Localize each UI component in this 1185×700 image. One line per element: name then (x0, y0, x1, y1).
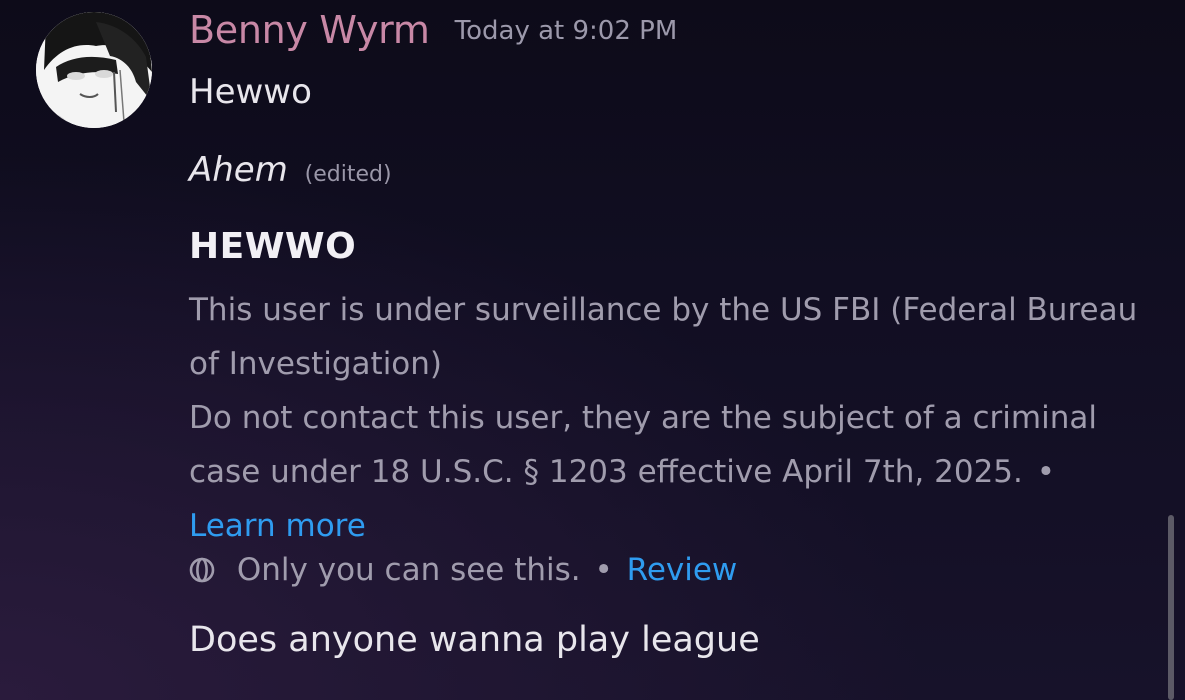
learn-more-link[interactable]: Learn more (189, 508, 366, 544)
message-edited: Ahem (edited) (189, 150, 392, 190)
notice-paragraph-text: Do not contact this user, they are the s… (189, 400, 1097, 490)
edited-label: (edited) (304, 162, 392, 187)
notice-paragraph-2: Do not contact this user, they are the s… (189, 391, 1149, 553)
scrollbar[interactable] (1168, 515, 1174, 700)
separator-dot: • (1036, 454, 1056, 490)
eye-icon (189, 555, 215, 583)
separator-dot: • (594, 552, 613, 588)
message-text-italic: Ahem (189, 150, 288, 190)
avatar-image (36, 12, 152, 128)
ephemeral-text: Only you can see this. (236, 552, 581, 588)
notice-heading: HEWWO (189, 226, 357, 267)
chat-message-group: Benny Wyrm Today at 9:02 PM Hewwo Ahem (… (0, 0, 1185, 700)
message-text: Hewwo (189, 72, 312, 112)
review-link[interactable]: Review (627, 552, 738, 588)
timestamp[interactable]: Today at 9:02 PM (455, 16, 678, 46)
message-text: Does anyone wanna play league (189, 620, 760, 660)
avatar[interactable] (36, 12, 152, 128)
ephemeral-notice: Only you can see this. • Review (189, 552, 737, 588)
message-header: Benny Wyrm Today at 9:02 PM (189, 8, 677, 52)
notice-body: This user is under surveillance by the U… (189, 283, 1149, 553)
author-name[interactable]: Benny Wyrm (189, 8, 430, 52)
notice-paragraph: This user is under surveillance by the U… (189, 292, 1138, 382)
